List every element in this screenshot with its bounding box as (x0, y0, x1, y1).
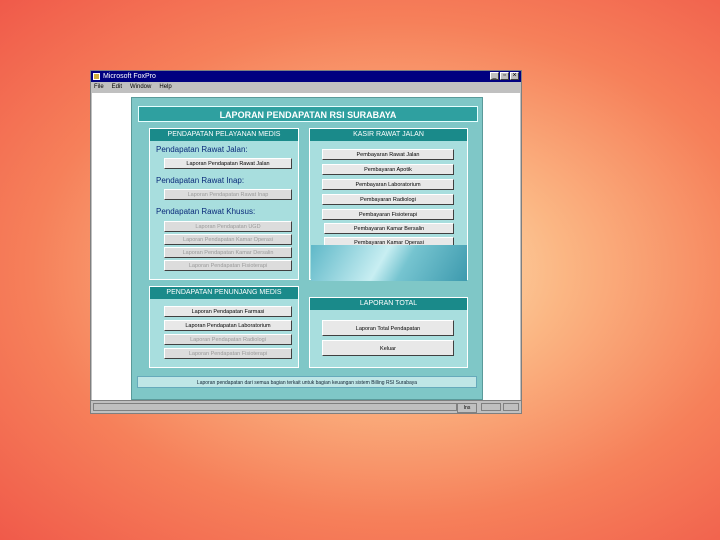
restore-icon[interactable]: ▫ (500, 72, 509, 80)
laporan-laboratorium-button[interactable]: Laporan Pendapatan Laboratorium (164, 320, 292, 331)
status-field (481, 403, 501, 411)
panel-kasir-rawat-jalan: KASIR RAWAT JALAN Pembayaran Rawat Jalan… (309, 128, 468, 281)
window-title: Microsoft FoxPro (103, 73, 156, 80)
laporan-total-button[interactable]: Laporan Total Pendapatan (322, 320, 454, 336)
ins-indicator: Ins (457, 403, 477, 413)
status-field (93, 403, 457, 411)
panel-header: PENDAPATAN PENUNJANG MEDIS (150, 287, 298, 299)
panel-header: PENDAPATAN PELAYANAN MEDIS (150, 129, 298, 141)
laporan-farmasi-button[interactable]: Laporan Pendapatan Farmasi (164, 306, 292, 317)
panel-laporan-total: LAPORAN TOTAL Laporan Total Pendapatan K… (309, 297, 468, 368)
form-title: LAPORAN PENDAPATAN RSI SURABAYA (138, 106, 478, 122)
pembayaran-kamar-bersalin-button[interactable]: Pembayaran Kamar Bersalin (324, 223, 454, 234)
pembayaran-apotik-button[interactable]: Pembayaran Apotik (322, 164, 454, 175)
rawat-inap-label: Pendapatan Rawat Inap: (156, 176, 245, 185)
menubar: File Edit Window Help (91, 82, 521, 93)
panel-header: LAPORAN TOTAL (310, 298, 467, 310)
minimize-icon[interactable]: _ (490, 72, 499, 80)
foxpro-app-icon (93, 73, 100, 80)
pembayaran-fisioterapi-button[interactable]: Pembayaran Fisioterapi (322, 209, 454, 220)
panel-penunjang-medis: PENDAPATAN PENUNJANG MEDIS Laporan Penda… (149, 286, 299, 368)
rawat-jalan-label: Pendapatan Rawat Jalan: (156, 145, 248, 154)
panel-pelayanan-medis: PENDAPATAN PELAYANAN MEDIS Pendapatan Ra… (149, 128, 299, 280)
keluar-button[interactable]: Keluar (322, 340, 454, 356)
menu-help[interactable]: Help (159, 82, 171, 93)
close-icon[interactable]: × (510, 72, 519, 80)
window-titlebar[interactable]: Microsoft FoxPro _ ▫ × (91, 71, 521, 82)
laporan-ugd-button[interactable]: Laporan Pendapatan UGD (164, 221, 292, 232)
pembayaran-rawat-jalan-button[interactable]: Pembayaran Rawat Jalan (322, 149, 454, 160)
laporan-rawat-inap-button[interactable]: Laporan Pendapatan Rawat Inap (164, 189, 292, 200)
laporan-kamar-operasi-button[interactable]: Laporan Pendapatan Kamar Operasi (164, 234, 292, 245)
laporan-radiologi-button[interactable]: Laporan Pendapatan Radiologi (164, 334, 292, 345)
report-form: LAPORAN PENDAPATAN RSI SURABAYA PENDAPAT… (131, 97, 483, 400)
menu-file[interactable]: File (94, 82, 104, 93)
laporan-rawat-jalan-button[interactable]: Laporan Pendapatan Rawat Jalan (164, 158, 292, 169)
foxpro-desktop: LAPORAN PENDAPATAN RSI SURABAYA PENDAPAT… (92, 93, 520, 400)
decorative-banner-image (311, 245, 467, 281)
rawat-khusus-label: Pendapatan Rawat Khusus: (156, 207, 256, 216)
menu-window[interactable]: Window (130, 82, 151, 93)
pembayaran-radiologi-button[interactable]: Pembayaran Radiologi (322, 194, 454, 205)
laporan-fisioterapi-button[interactable]: Laporan Pendapatan Fisioterapi (164, 260, 292, 271)
panel-header: KASIR RAWAT JALAN (310, 129, 467, 141)
foxpro-window: Microsoft FoxPro _ ▫ × File Edit Window … (90, 70, 522, 414)
form-status-text: Laporan pendapatan dari semua bagian ter… (137, 376, 477, 388)
status-field (503, 403, 519, 411)
window-statusbar: Ins (91, 400, 521, 413)
laporan-kamar-bersalin-button[interactable]: Laporan Pendapatan Kamar Dersalin (164, 247, 292, 258)
laporan-fisioterapi-penunjang-button[interactable]: Laporan Pendapatan Fisioterapi (164, 348, 292, 359)
pembayaran-laboratorium-button[interactable]: Pembayaran Laboratorium (322, 179, 454, 190)
menu-edit[interactable]: Edit (112, 82, 122, 93)
